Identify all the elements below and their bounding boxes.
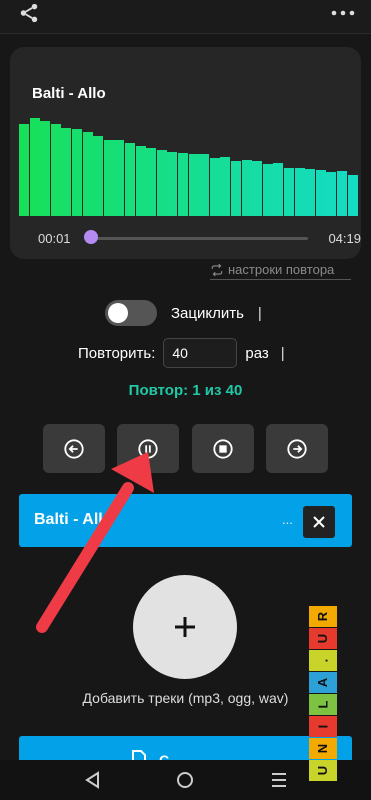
watermark-letter: I <box>309 716 337 737</box>
share-icon[interactable] <box>18 2 40 24</box>
spectrum-bar <box>273 163 284 216</box>
spectrum-bar <box>82 132 93 216</box>
next-button[interactable] <box>266 424 328 473</box>
loop-separator: | <box>257 304 262 322</box>
watermark-letter: U <box>309 760 337 781</box>
seek-handle[interactable] <box>84 230 98 244</box>
next-icon <box>287 438 307 459</box>
stop-icon <box>213 438 233 459</box>
repeat-icon <box>211 263 223 276</box>
spectrum-bar <box>29 118 40 216</box>
total-time: 04:19 <box>328 231 361 246</box>
repeat-row: Повторить: раз | <box>78 338 285 368</box>
watermark-letter: U <box>309 628 337 649</box>
spectrum-bar <box>209 157 220 216</box>
spectrum-bar <box>114 140 125 216</box>
prev-icon <box>64 438 84 459</box>
spectrum-bar <box>125 143 135 216</box>
loop-toggle[interactable] <box>105 300 157 326</box>
playlist-item-title: Balti - Allo <box>34 511 113 528</box>
loop-row: Зациклить | <box>105 300 262 326</box>
spectrum-bar <box>199 154 210 216</box>
spectrum-bar <box>326 172 337 216</box>
more-vert-icon[interactable] <box>329 4 357 22</box>
repeat-unit: раз <box>245 344 269 362</box>
app-header <box>0 0 371 34</box>
spectrum-bar <box>337 170 347 216</box>
repeat-separator: | <box>280 344 285 362</box>
repeat-label: Повторить: <box>78 344 156 362</box>
spectrum-bar <box>241 159 252 216</box>
watermark-letter: A <box>309 672 337 693</box>
back-icon[interactable] <box>84 771 100 789</box>
spectrum-bar <box>231 161 241 216</box>
spectrum-bar <box>262 164 273 216</box>
spectrum-bar <box>252 161 263 216</box>
repeat-settings-link[interactable]: настроки повтора <box>210 262 351 280</box>
watermark-letter: N <box>309 738 337 759</box>
spectrum-bar <box>347 175 358 216</box>
stop-button[interactable] <box>192 424 254 473</box>
spectrum-bar <box>146 147 157 216</box>
now-playing-title: Balti - Allo <box>32 85 106 102</box>
player-card: Balti - Allo 00:01 04:19 <box>10 47 361 259</box>
playlist-item-ellipsis: ... <box>282 512 293 527</box>
spectrum-bar <box>220 156 231 216</box>
repeat-settings-label: настроки повтора <box>228 262 335 277</box>
spectrum-bar <box>40 121 51 216</box>
home-icon[interactable] <box>176 771 194 789</box>
repeat-status: Повтор: 1 из 40 <box>128 382 243 399</box>
current-time: 00:01 <box>38 231 71 246</box>
spectrum-bar <box>72 129 82 216</box>
watermark-letter: R <box>309 606 337 627</box>
watermark-letter: . <box>309 650 337 671</box>
spectrum-bar <box>156 150 167 216</box>
spectrum-bar <box>188 154 199 216</box>
spectrum-bar <box>284 167 294 216</box>
spectrum-bar <box>178 153 188 216</box>
repeat-count-input[interactable] <box>163 338 238 368</box>
prev-button[interactable] <box>43 424 105 473</box>
spectrum-bar <box>315 169 326 216</box>
spectrum-bar <box>61 128 72 216</box>
spectrum-bar <box>93 135 104 216</box>
spectrum-bar <box>50 123 61 216</box>
link-underline <box>210 279 351 280</box>
close-icon <box>313 516 325 528</box>
spectrum-bar <box>19 123 29 216</box>
loop-label: Зациклить <box>171 304 244 322</box>
recents-icon[interactable] <box>270 771 288 789</box>
header-divider <box>0 33 371 34</box>
spectrum-bar <box>167 152 178 216</box>
playlist-item[interactable]: Balti - Allo ... <box>19 494 352 547</box>
pause-icon <box>138 438 158 459</box>
spectrum-bar <box>305 168 316 216</box>
plus-icon <box>175 617 195 637</box>
spectrum-bar <box>294 167 305 216</box>
pause-button[interactable] <box>117 424 179 473</box>
site-watermark: RU.ALINU <box>309 606 337 782</box>
remove-track-button[interactable] <box>303 506 335 538</box>
spectrum-bar <box>103 140 114 216</box>
add-tracks-button[interactable] <box>133 575 237 679</box>
spectrum-bar <box>135 145 146 216</box>
toggle-knob <box>108 303 128 323</box>
audio-spectrum <box>19 106 359 216</box>
seek-bar[interactable] <box>90 237 308 240</box>
watermark-letter: L <box>309 694 337 715</box>
